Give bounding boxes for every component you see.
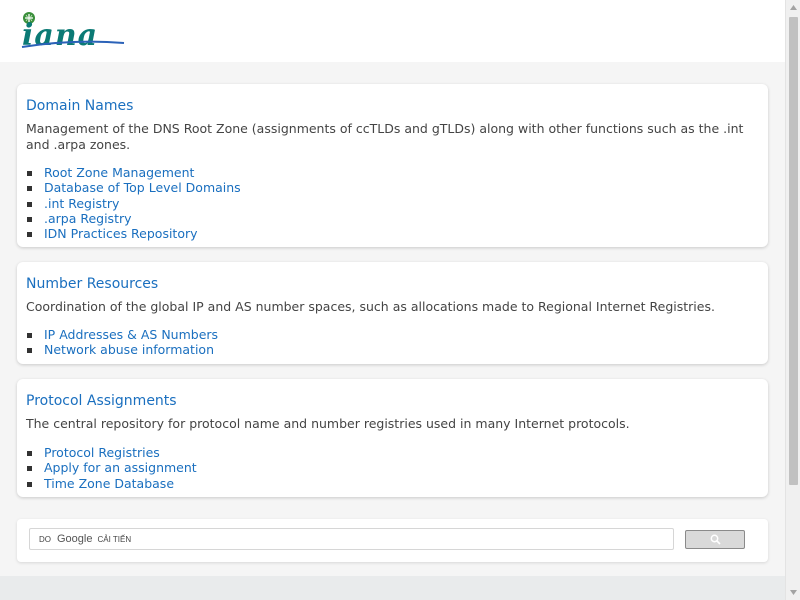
protocol-assignments-card: Protocol Assignments The central reposit…	[17, 379, 768, 497]
idn-practices-link[interactable]: IDN Practices Repository	[44, 226, 198, 241]
chevron-down-icon	[790, 590, 797, 595]
search-card: DO Google CẢI TIẾN	[17, 519, 768, 562]
vertical-scrollbar[interactable]	[785, 0, 800, 600]
chevron-up-icon	[790, 5, 797, 10]
arpa-registry-link[interactable]: .arpa Registry	[44, 211, 132, 226]
search-icon	[710, 534, 721, 545]
apply-assignment-link[interactable]: Apply for an assignment	[44, 460, 197, 475]
list-item: Database of Top Level Domains	[27, 180, 241, 195]
int-registry-link[interactable]: .int Registry	[44, 196, 119, 211]
protocol-assignments-title[interactable]: Protocol Assignments	[26, 393, 177, 409]
list-item: .int Registry	[27, 196, 241, 211]
protocol-assignments-links: Protocol Registries Apply for an assignm…	[27, 445, 197, 491]
footer	[0, 576, 785, 600]
site-header: iana	[0, 0, 785, 62]
domain-names-title[interactable]: Domain Names	[26, 98, 133, 114]
protocol-registries-link[interactable]: Protocol Registries	[44, 445, 160, 460]
scrollbar-thumb[interactable]	[789, 17, 798, 485]
domain-names-card: Domain Names Management of the DNS Root …	[17, 84, 768, 247]
list-item: IDN Practices Repository	[27, 226, 241, 241]
number-resources-description: Coordination of the global IP and AS num…	[26, 299, 715, 314]
list-item: .arpa Registry	[27, 211, 241, 226]
search-powered-by-suffix: CẢI TIẾN	[97, 534, 132, 544]
number-resources-card: Number Resources Coordination of the glo…	[17, 262, 768, 364]
search-input[interactable]: DO Google CẢI TIẾN	[29, 528, 674, 550]
iana-logo[interactable]: iana	[18, 10, 128, 50]
list-item: Protocol Registries	[27, 445, 197, 460]
list-item: Root Zone Management	[27, 165, 241, 180]
network-abuse-link[interactable]: Network abuse information	[44, 342, 214, 357]
domain-names-links: Root Zone Management Database of Top Lev…	[27, 165, 241, 241]
number-resources-title[interactable]: Number Resources	[26, 276, 158, 292]
time-zone-database-link[interactable]: Time Zone Database	[44, 476, 174, 491]
google-brand: Google	[57, 533, 93, 545]
list-item: IP Addresses & AS Numbers	[26, 327, 218, 342]
list-item: Time Zone Database	[27, 476, 197, 491]
protocol-assignments-description: The central repository for protocol name…	[26, 416, 630, 431]
search-button[interactable]	[685, 530, 745, 549]
list-item: Network abuse information	[26, 342, 218, 357]
scroll-down-button[interactable]	[786, 585, 800, 600]
number-resources-links: IP Addresses & AS Numbers Network abuse …	[26, 327, 218, 358]
scroll-up-button[interactable]	[786, 0, 800, 15]
ip-as-numbers-link[interactable]: IP Addresses & AS Numbers	[44, 327, 218, 342]
domain-names-description: Management of the DNS Root Zone (assignm…	[26, 121, 744, 152]
search-powered-by-prefix: DO	[39, 534, 51, 544]
root-zone-management-link[interactable]: Root Zone Management	[44, 165, 194, 180]
tld-database-link[interactable]: Database of Top Level Domains	[44, 180, 241, 195]
list-item: Apply for an assignment	[27, 460, 197, 475]
